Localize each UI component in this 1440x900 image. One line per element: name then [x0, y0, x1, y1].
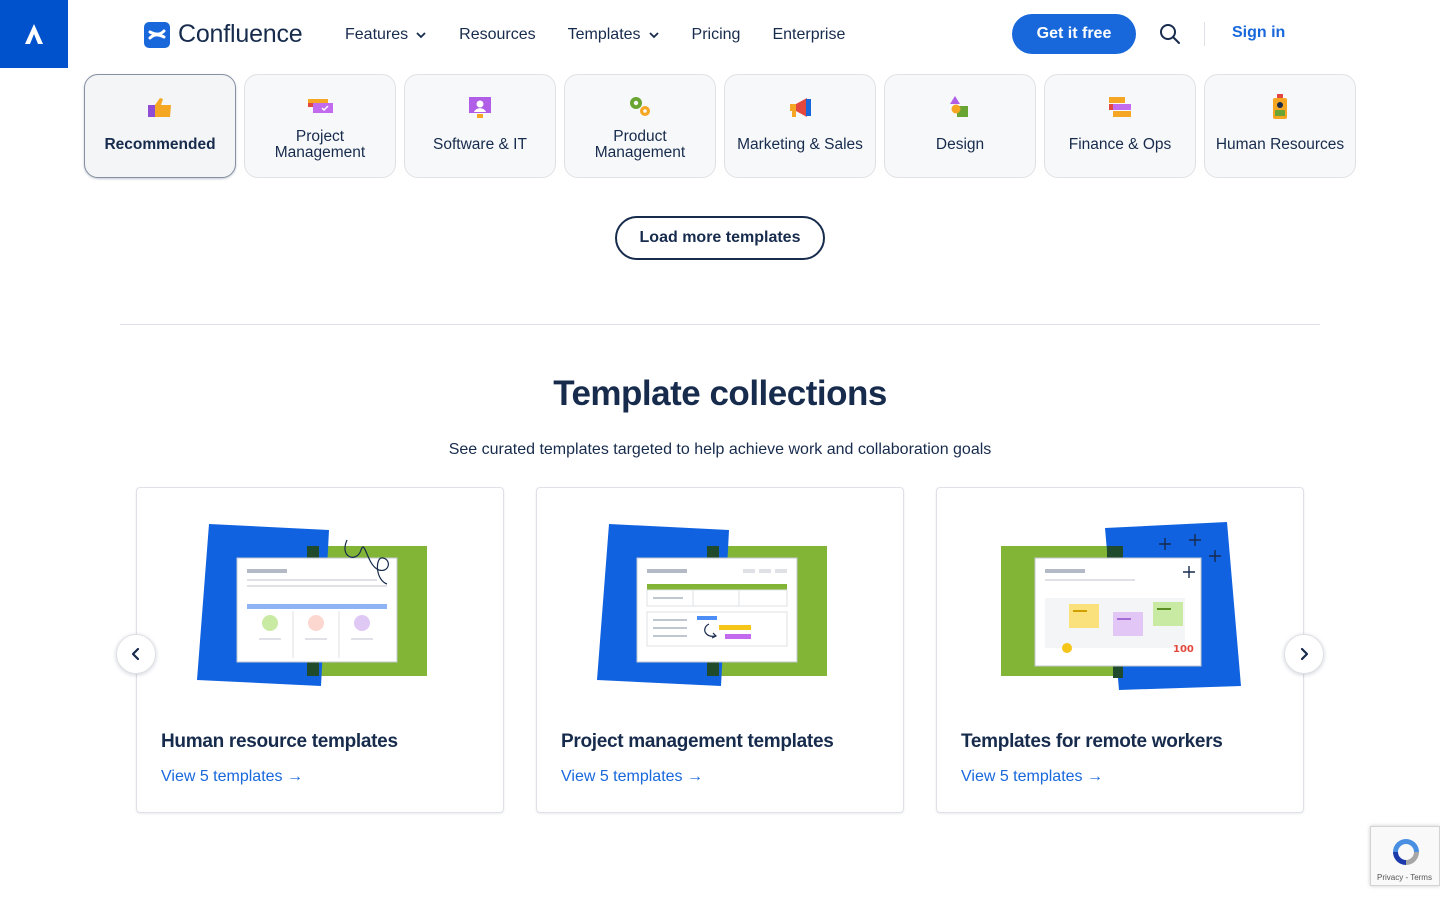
category-label: Finance & Ops — [1068, 136, 1172, 153]
load-more-templates-button[interactable]: Load more templates — [615, 216, 825, 260]
view-templates-link[interactable]: View 5 templates → — [961, 768, 1103, 786]
category-label: Design — [935, 136, 985, 153]
logo-text: Confluence — [178, 20, 303, 48]
category-project-management[interactable]: Project Management — [244, 74, 396, 178]
project-cards-icon — [308, 99, 333, 113]
search-button[interactable] — [1158, 22, 1182, 46]
category-finance-ops[interactable]: Finance & Ops — [1044, 74, 1196, 178]
project-management-illustration — [597, 524, 827, 686]
recaptcha-logo-icon — [1393, 839, 1419, 865]
category-label: Recommended — [104, 136, 216, 153]
view-templates-link[interactable]: View 5 templates → — [561, 768, 703, 786]
card-title: Project management templates — [561, 731, 834, 752]
nav-divider — [1204, 22, 1205, 46]
nav-resources[interactable]: Resources — [459, 26, 535, 44]
ledger-icon — [1109, 97, 1131, 117]
nav-templates[interactable]: Templates — [568, 26, 660, 44]
nav-features[interactable]: Features — [345, 26, 427, 44]
section-divider — [120, 324, 1320, 325]
nav-enterprise-label: Enterprise — [772, 26, 846, 43]
view-templates-link[interactable]: View 5 templates → — [161, 768, 303, 786]
atlassian-logo-icon — [25, 24, 43, 44]
atlassian-home-link[interactable] — [0, 0, 68, 68]
chevron-right-icon — [1300, 647, 1309, 661]
category-software-it[interactable]: Software & IT — [404, 74, 556, 178]
carousel-prev-button[interactable] — [116, 634, 156, 674]
carousel-next-button[interactable] — [1284, 634, 1324, 674]
collection-card-hr[interactable]: Human resource templates View 5 template… — [136, 487, 504, 813]
nav-pricing[interactable]: Pricing — [692, 26, 741, 44]
chevron-down-icon — [648, 32, 659, 39]
nav-resources-label: Resources — [459, 26, 536, 43]
hr-templates-illustration — [197, 524, 427, 686]
monitor-icon — [469, 97, 491, 118]
card-title: Templates for remote workers — [961, 731, 1223, 752]
sign-in-link[interactable]: Sign in — [1232, 24, 1285, 42]
chevron-left-icon — [131, 647, 140, 661]
nav-pricing-label: Pricing — [691, 26, 741, 43]
collection-card-project-management[interactable]: Project management templates View 5 temp… — [536, 487, 904, 813]
category-label: Product Management — [594, 128, 686, 161]
nav-enterprise[interactable]: Enterprise — [772, 26, 845, 44]
nav-templates-label: Templates — [567, 26, 641, 43]
recaptcha-badge[interactable]: Privacy - Terms — [1370, 826, 1440, 886]
category-label: Software & IT — [433, 136, 527, 153]
main-nav: Features Resources Templates Pricing Ent… — [345, 26, 845, 44]
megaphone-icon — [790, 98, 811, 117]
category-tabs: Recommended Project Management Software … — [84, 74, 1356, 178]
thumbs-up-icon — [148, 98, 171, 117]
shapes-icon — [950, 96, 968, 117]
search-icon — [1160, 24, 1180, 44]
card-title: Human resource templates — [161, 731, 398, 752]
category-label: Marketing & Sales — [737, 136, 863, 153]
gears-icon — [630, 97, 650, 116]
category-design[interactable]: Design — [884, 74, 1036, 178]
category-product-management[interactable]: Product Management — [564, 74, 716, 178]
remote-workers-illustration: 100 — [1001, 522, 1241, 690]
category-human-resources[interactable]: Human Resources — [1204, 74, 1356, 178]
section-title: Template collections — [553, 374, 887, 413]
section-subtitle: See curated templates targeted to help a… — [448, 441, 992, 458]
category-recommended[interactable]: Recommended — [84, 74, 236, 178]
collection-card-remote-workers[interactable]: 100 Templates for remote workers View 5 … — [936, 487, 1304, 813]
svg-text:100: 100 — [1173, 644, 1194, 655]
id-badge-icon — [1273, 94, 1287, 119]
confluence-logo[interactable]: Confluence — [144, 20, 303, 49]
recaptcha-links[interactable]: Privacy - Terms — [1377, 873, 1432, 882]
category-label: Human Resources — [1215, 136, 1345, 153]
chevron-down-icon — [416, 32, 426, 39]
category-label: Project Management — [274, 128, 366, 161]
category-marketing-sales[interactable]: Marketing & Sales — [724, 74, 876, 178]
confluence-logo-icon — [144, 21, 170, 48]
get-it-free-button[interactable]: Get it free — [1012, 14, 1136, 54]
nav-features-label: Features — [345, 26, 409, 43]
